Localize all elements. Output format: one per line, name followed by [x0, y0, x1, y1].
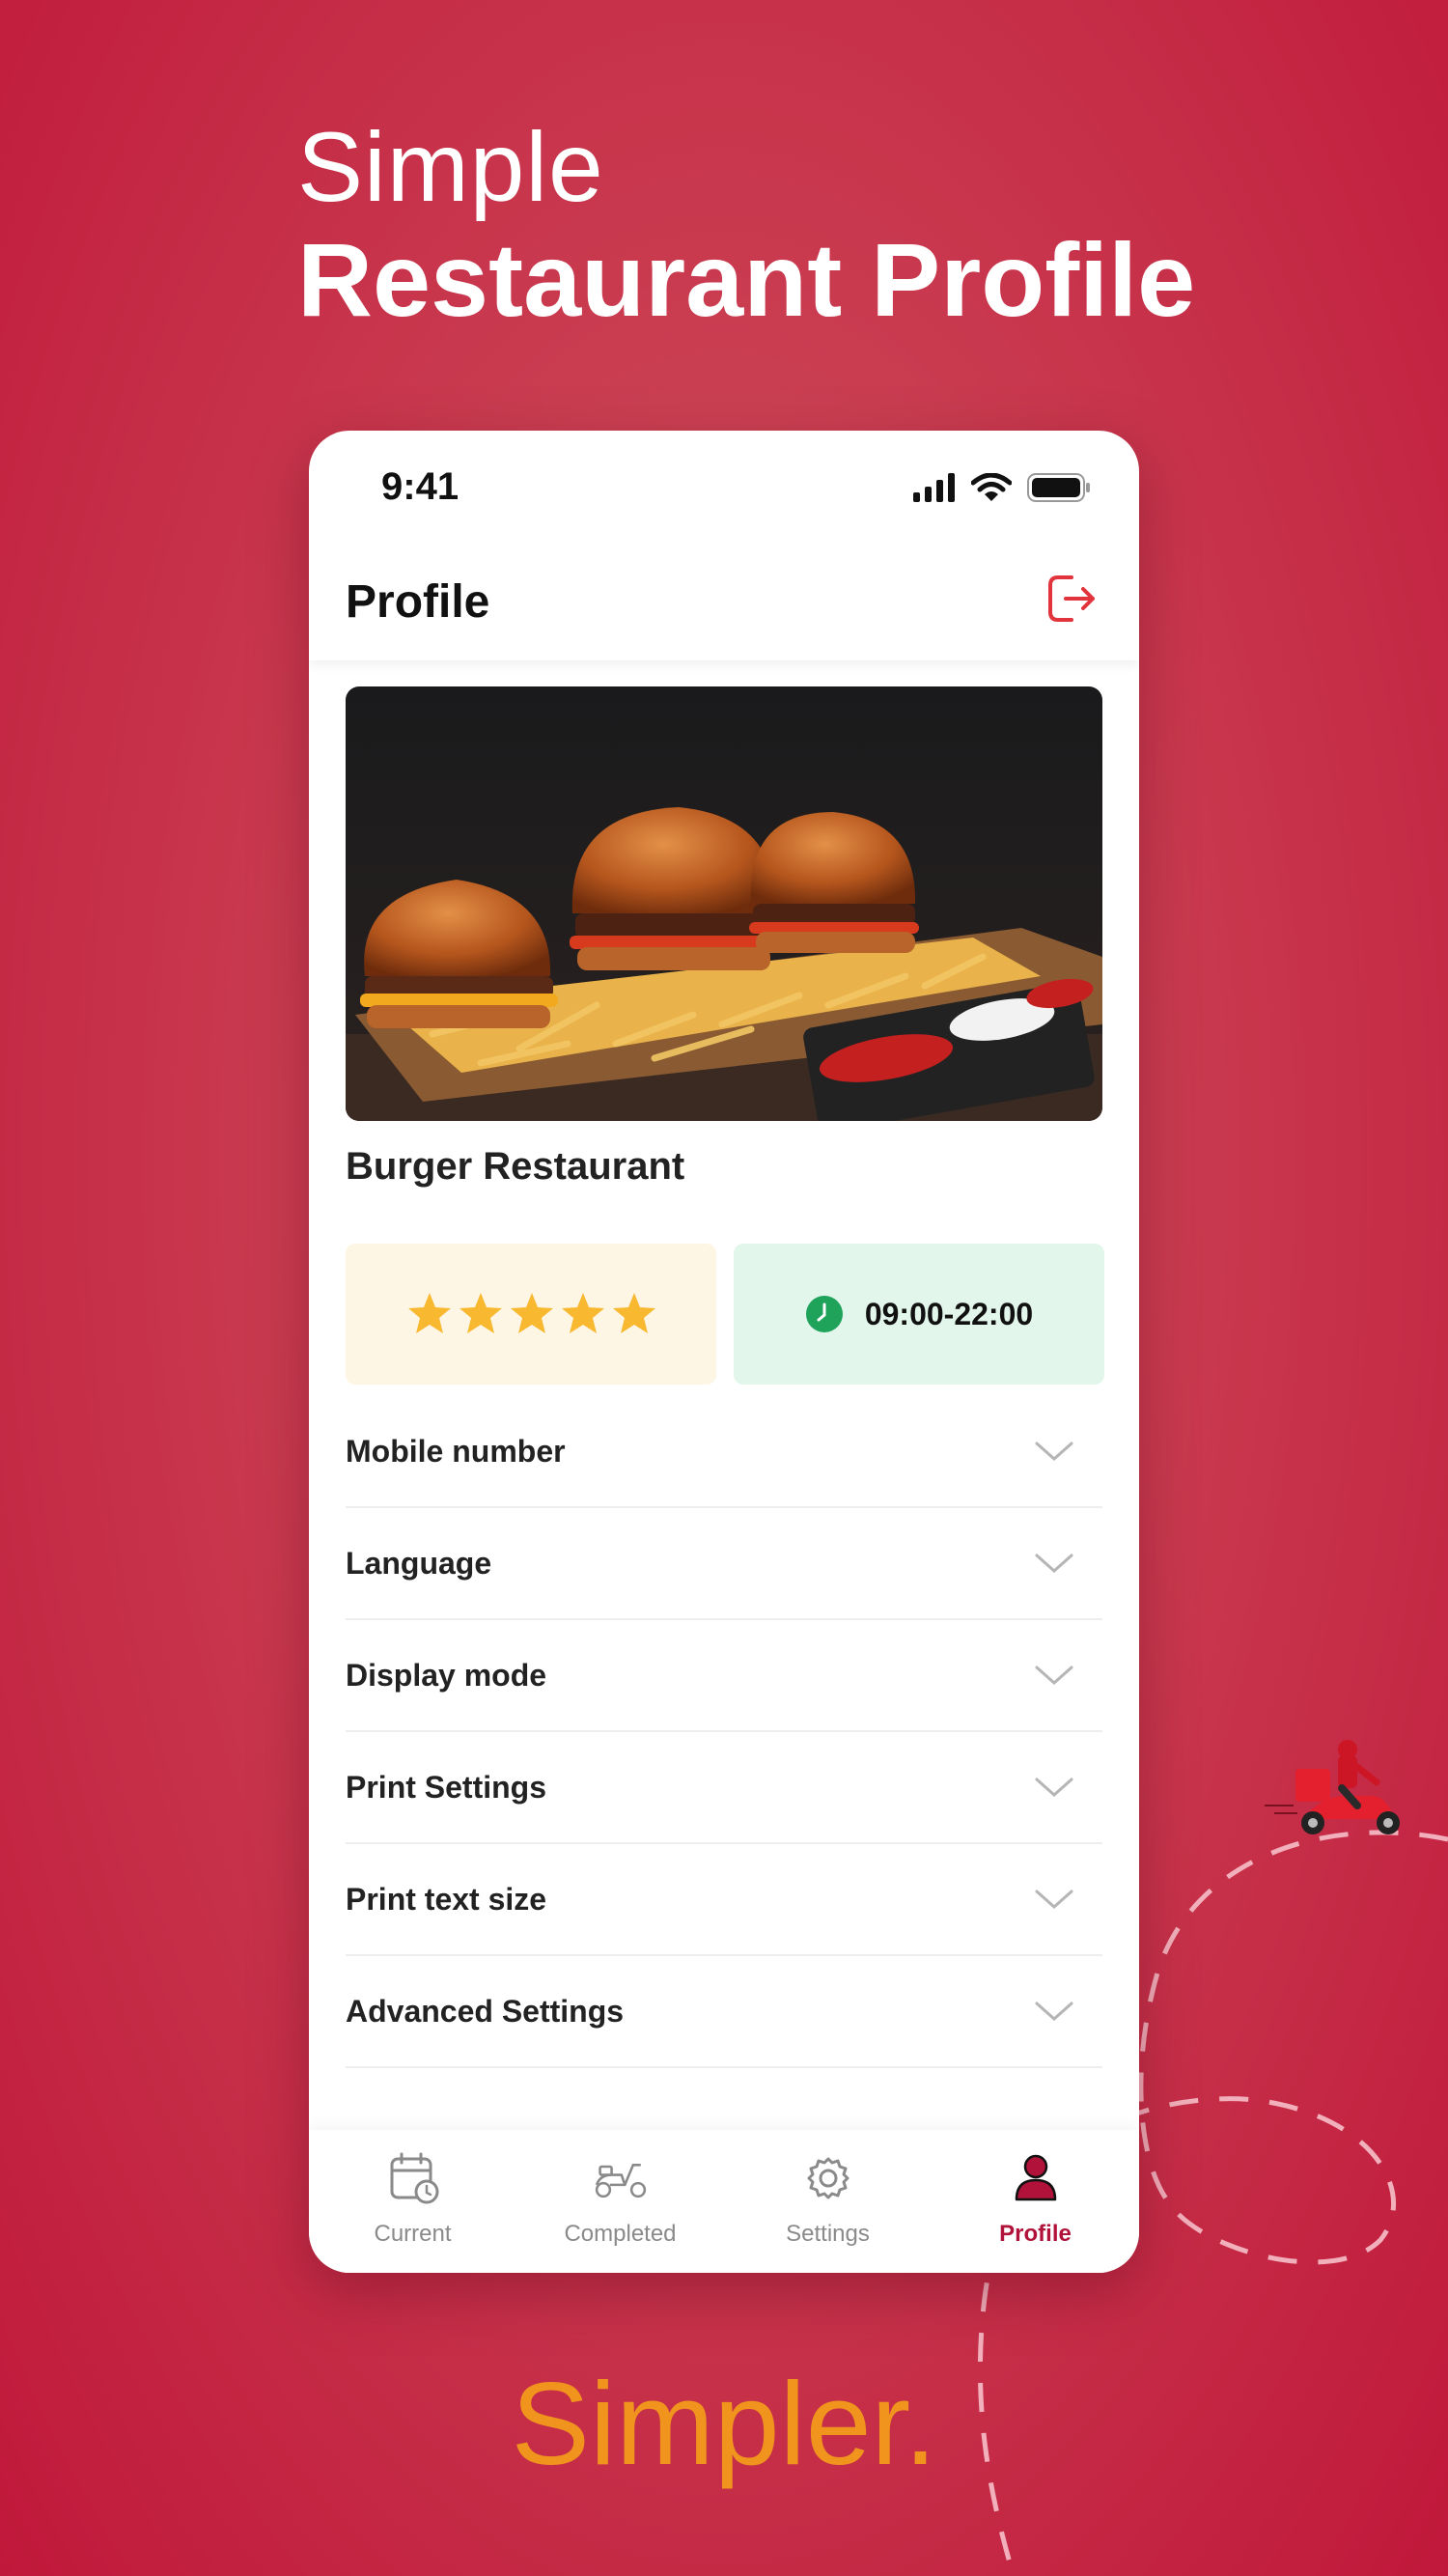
- rating-card: [346, 1244, 716, 1385]
- tab-label: Settings: [786, 2221, 870, 2247]
- setting-print-settings[interactable]: Print Settings: [346, 1732, 1102, 1844]
- page-title: Profile: [346, 576, 490, 628]
- star-icon: [511, 1293, 553, 1333]
- clock-icon: [805, 1296, 843, 1332]
- tab-profile[interactable]: Profile: [932, 2130, 1139, 2273]
- headline-line1: Simple: [297, 112, 604, 222]
- star-icon: [459, 1293, 502, 1333]
- headline: Simple Restaurant Profile: [297, 114, 1195, 338]
- settings-list: Mobile number Language Display mode Prin…: [346, 1396, 1102, 2068]
- setting-label: Print text size: [346, 1881, 547, 1917]
- tagline: Simpler.: [511, 2358, 937, 2489]
- tab-completed[interactable]: Completed: [516, 2130, 724, 2273]
- tab-label: Current: [374, 2221, 452, 2247]
- chevron-down-icon: [1035, 1554, 1073, 1574]
- logout-icon[interactable]: [1043, 570, 1100, 628]
- restaurant-name: Burger Restaurant: [346, 1145, 685, 1188]
- tab-label: Profile: [999, 2221, 1072, 2247]
- chevron-down-icon: [1035, 1890, 1073, 1910]
- scooter-icon: [595, 2164, 646, 2198]
- setting-label: Advanced Settings: [346, 1993, 625, 2029]
- tab-label: Completed: [564, 2221, 677, 2247]
- setting-label: Print Settings: [346, 1769, 547, 1805]
- tab-current[interactable]: Current: [309, 2130, 516, 2273]
- status-time: 9:41: [381, 465, 459, 508]
- star-icon: [613, 1293, 655, 1333]
- calendar-clock-icon: [390, 2152, 438, 2204]
- status-bar: 9:41: [309, 431, 1139, 537]
- setting-label: Language: [346, 1545, 492, 1581]
- delivery-scooter-icon: [1265, 1740, 1400, 1834]
- person-icon: [1015, 2154, 1056, 2201]
- star-icon: [562, 1293, 604, 1333]
- battery-icon: [1027, 473, 1090, 502]
- setting-mobile-number[interactable]: Mobile number: [346, 1396, 1102, 1508]
- chevron-down-icon: [1035, 2002, 1073, 2022]
- setting-advanced-settings[interactable]: Advanced Settings: [346, 1956, 1102, 2068]
- setting-label: Mobile number: [346, 1433, 566, 1469]
- app-bar: Profile: [309, 537, 1139, 660]
- setting-label: Display mode: [346, 1657, 547, 1693]
- star-rating: [408, 1293, 655, 1333]
- setting-display-mode[interactable]: Display mode: [346, 1620, 1102, 1732]
- signal-icon: [913, 473, 955, 502]
- hours-card: 09:00-22:00: [734, 1244, 1104, 1385]
- wifi-icon: [971, 473, 1012, 501]
- tab-settings[interactable]: Settings: [724, 2130, 932, 2273]
- chevron-down-icon: [1035, 1778, 1073, 1798]
- setting-language[interactable]: Language: [346, 1508, 1102, 1620]
- chevron-down-icon: [1035, 1442, 1073, 1462]
- setting-print-text-size[interactable]: Print text size: [346, 1844, 1102, 1956]
- gear-icon: [807, 2157, 849, 2199]
- restaurant-photo: [346, 686, 1102, 1121]
- chevron-down-icon: [1035, 1666, 1073, 1686]
- headline-line2: Restaurant Profile: [297, 221, 1196, 338]
- opening-hours: 09:00-22:00: [864, 1296, 1034, 1331]
- phone-mockup: 9:41 Profile Burger Restaurant 09:00-22:…: [309, 431, 1139, 2273]
- bottom-tab-bar: Current Completed Settings Profile: [309, 2130, 1139, 2273]
- star-icon: [408, 1293, 451, 1333]
